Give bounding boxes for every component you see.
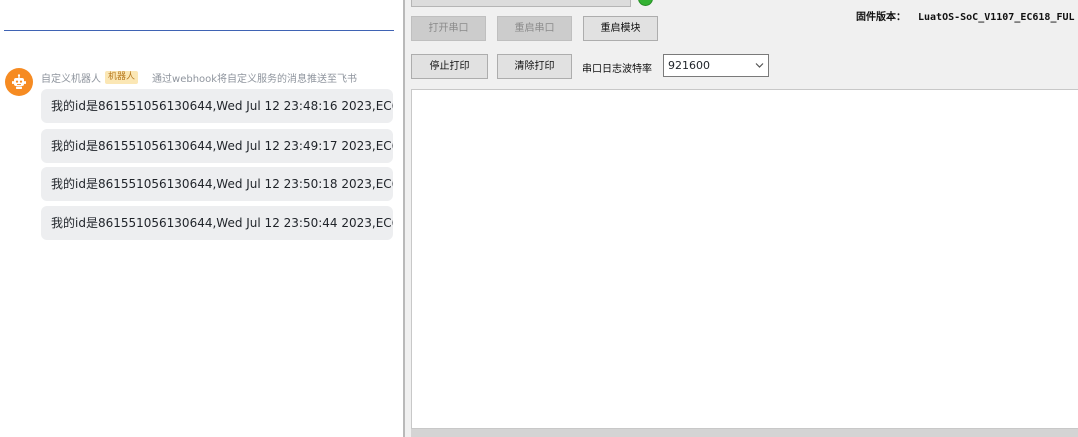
clear-print-button[interactable]: 清除打印 bbox=[497, 54, 572, 79]
stop-print-button[interactable]: 停止打印 bbox=[411, 54, 488, 79]
sender-name[interactable]: 自定义机器人 bbox=[41, 70, 101, 85]
message-bubble[interactable]: 我的id是861551056130644,Wed Jul 12 23:50:18… bbox=[41, 167, 393, 201]
port-select[interactable] bbox=[411, 0, 631, 7]
chat-panel: 自定义机器人 机器人 通过webhook将自定义服务的消息推送至飞书 我的id是… bbox=[0, 0, 403, 437]
header-divider bbox=[4, 30, 394, 31]
log-output-area[interactable] bbox=[411, 89, 1078, 429]
baud-rate-select[interactable]: 921600 bbox=[663, 54, 769, 77]
firmware-value: LuatOS-SoC_V1107_EC618_FUL bbox=[918, 12, 1075, 23]
sender-line: 自定义机器人 机器人 通过webhook将自定义服务的消息推送至飞书 bbox=[41, 70, 358, 85]
status-dot-icon bbox=[638, 0, 653, 6]
message-bubble[interactable]: 我的id是861551056130644,Wed Jul 12 23:50:44… bbox=[41, 206, 393, 240]
chevron-down-icon[interactable] bbox=[755, 55, 764, 83]
status-strip bbox=[411, 429, 1078, 437]
message-bubble[interactable]: 我的id是861551056130644,Wed Jul 12 23:48:16… bbox=[41, 89, 393, 123]
bot-badge: 机器人 bbox=[105, 70, 139, 84]
baud-rate-value: 921600 bbox=[668, 59, 710, 72]
firmware-version: 固件版本： LuatOS-SoC_V1107_EC618_FUL bbox=[856, 8, 1075, 23]
robot-icon bbox=[12, 74, 26, 89]
open-port-button[interactable]: 打开串口 bbox=[411, 16, 486, 41]
sender-description: 通过webhook将自定义服务的消息推送至飞书 bbox=[152, 73, 358, 85]
baud-rate-label: 串口日志波特率 bbox=[582, 64, 652, 75]
reboot-module-button[interactable]: 重启模块 bbox=[583, 16, 658, 41]
bot-avatar[interactable] bbox=[5, 68, 33, 96]
firmware-label: 固件版本： bbox=[856, 12, 906, 23]
message-bubble[interactable]: 我的id是861551056130644,Wed Jul 12 23:49:17… bbox=[41, 129, 393, 163]
serial-tool-window: 固件版本： LuatOS-SoC_V1107_EC618_FUL 打开串口 重启串… bbox=[403, 0, 1078, 437]
restart-port-button[interactable]: 重启串口 bbox=[497, 16, 572, 41]
